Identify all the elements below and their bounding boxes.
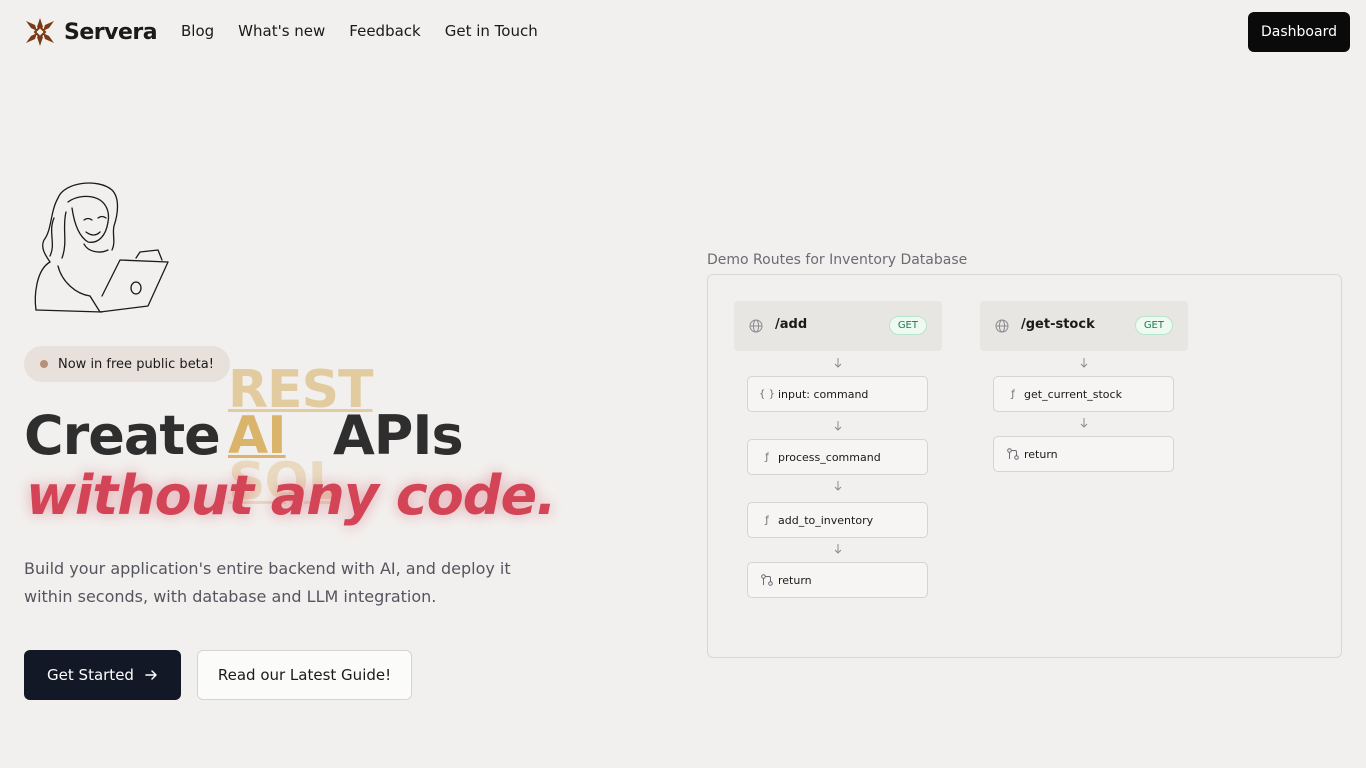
nav-link-blog[interactable]: Blog bbox=[181, 22, 214, 40]
function-icon: ƒ bbox=[765, 514, 769, 526]
hero-title-line-2: without any code. bbox=[26, 464, 557, 527]
step-return[interactable]: return bbox=[747, 562, 928, 598]
status-dot-icon bbox=[40, 360, 48, 368]
arrow-down-icon bbox=[834, 481, 842, 491]
demo-section-label: Demo Routes for Inventory Database bbox=[707, 252, 968, 268]
step-add-to-inventory[interactable]: ƒ add_to_inventory bbox=[747, 502, 928, 538]
route-path: /add bbox=[775, 317, 808, 332]
braces-icon: { } bbox=[759, 388, 775, 400]
nav-link-feedback[interactable]: Feedback bbox=[349, 22, 420, 40]
arrow-right-icon bbox=[145, 670, 157, 680]
step-label: get_current_stock bbox=[1024, 387, 1122, 401]
step-process-command[interactable]: ƒ process_command bbox=[747, 439, 928, 475]
step-label: input: command bbox=[778, 387, 869, 401]
route-card-get-stock[interactable]: /get-stock GET bbox=[980, 301, 1188, 351]
step-input-command[interactable]: { } input: command bbox=[747, 376, 928, 412]
http-method-badge: GET bbox=[888, 316, 927, 335]
hero-title-create: Create bbox=[24, 404, 221, 467]
nav-link-whats-new[interactable]: What's new bbox=[238, 22, 325, 40]
return-icon bbox=[1007, 448, 1019, 460]
latest-guide-button[interactable]: Read our Latest Guide! bbox=[197, 650, 412, 700]
get-started-button[interactable]: Get Started bbox=[24, 650, 181, 700]
nav-link-get-in-touch[interactable]: Get in Touch bbox=[445, 22, 538, 40]
step-return[interactable]: return bbox=[993, 436, 1174, 472]
hero-subtitle: Build your application's entire backend … bbox=[24, 559, 511, 606]
beta-badge: Now in free public beta! bbox=[24, 346, 230, 382]
dashboard-button[interactable]: Dashboard bbox=[1248, 12, 1350, 52]
step-label: add_to_inventory bbox=[778, 513, 874, 527]
step-label: return bbox=[778, 573, 812, 587]
beta-badge-label: Now in free public beta! bbox=[58, 356, 214, 372]
main-nav: Blog What's new Feedback Get in Touch bbox=[181, 22, 538, 40]
step-label: process_command bbox=[778, 450, 881, 464]
step-get-current-stock[interactable]: ƒ get_current_stock bbox=[993, 376, 1174, 412]
http-method-badge: GET bbox=[1134, 316, 1173, 335]
arrow-down-icon bbox=[834, 358, 842, 368]
hero-title-apis: APIs bbox=[333, 404, 464, 467]
site-header: Servera Blog What's new Feedback Get in … bbox=[0, 0, 1366, 64]
demo-routes-panel: /add GET { } input: command ƒ process_co… bbox=[707, 274, 1342, 658]
route-path: /get-stock bbox=[1021, 317, 1095, 332]
globe-icon bbox=[995, 319, 1009, 333]
function-icon: ƒ bbox=[765, 451, 769, 463]
arrow-down-icon bbox=[1080, 358, 1088, 368]
person-with-laptop-illustration bbox=[34, 182, 169, 313]
brand-name: Servera bbox=[64, 19, 158, 45]
return-icon bbox=[761, 574, 773, 586]
globe-icon bbox=[749, 319, 763, 333]
servera-logo-icon bbox=[26, 18, 54, 46]
arrow-down-icon bbox=[1080, 418, 1088, 428]
step-label: return bbox=[1024, 447, 1058, 461]
function-icon: ƒ bbox=[1011, 388, 1015, 400]
route-card-add[interactable]: /add GET bbox=[734, 301, 942, 351]
get-started-label: Get Started bbox=[47, 666, 134, 684]
brand-logo-link[interactable]: Servera bbox=[24, 16, 158, 48]
arrow-down-icon bbox=[834, 421, 842, 431]
arrow-down-icon bbox=[834, 544, 842, 554]
